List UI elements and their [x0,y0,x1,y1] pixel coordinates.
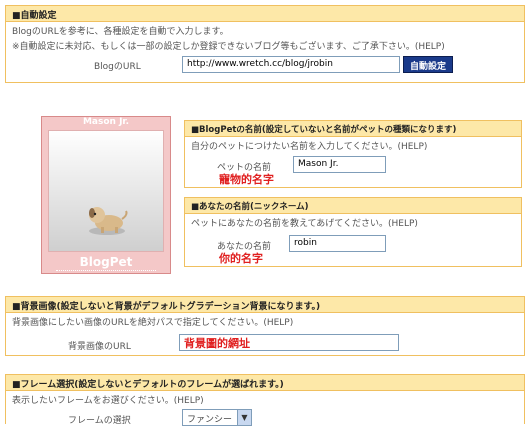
frame-header: ■フレーム選択(設定しないとデフォルトのフレームが選ばれます。) [6,375,524,391]
nickname-desc: ペットにあなたの名前を教えてあげてください。(HELP) [191,219,418,229]
pet-preview-name: Mason Jr. [82,117,130,127]
frame-select-value: ファンシー [187,415,233,425]
nickname-input[interactable]: robin [289,235,386,252]
frame-select[interactable]: ファンシー ▼ [182,409,252,426]
pet-name-input[interactable]: Mason Jr. [293,156,386,173]
pet-preview-area [48,130,164,252]
background-header: ■背景画像(設定しないと背景がデフォルトグラデーション背景になります。) [6,297,524,313]
frame-desc: 表示したいフレームをお選びください。(HELP) [12,396,204,406]
frame-divider [56,270,156,271]
background-url-label: 背景画像のURL [68,342,131,352]
auto-setting-desc-2: ※自動設定に未対応、もしくは一部の設定しか登録できないブログ等もございます、ご了… [12,42,445,52]
pet-name-panel: ■BlogPetの名前(設定していないと名前がペットの種類になります) 自分のペ… [184,120,522,188]
blog-url-input[interactable]: http://www.wretch.cc/blog/jrobin [182,56,400,73]
pet-preview-frame: Mason Jr. BlogPet [41,116,171,274]
frame-panel: ■フレーム選択(設定しないとデフォルトのフレームが選ばれます。) 表示したいフレ… [5,374,525,426]
background-annotation: 背景圖的網址 [184,337,250,350]
nickname-panel: ■あなたの名前(ニックネーム) ペットにあなたの名前を教えてあげてください。(H… [184,197,522,267]
dog-icon [89,207,128,235]
background-panel: ■背景画像(設定しないと背景がデフォルトグラデーション背景になります。) 背景画… [5,296,525,356]
pet-name-annotation: 寵物的名字 [219,173,274,186]
auto-setting-panel: ■自動設定 BlogのURLを参考に、各種設定を自動で入力します。 ※自動設定に… [5,5,525,83]
nickname-annotation: 你的名字 [219,252,263,265]
nickname-header: ■あなたの名前(ニックネーム) [185,198,521,214]
blog-url-label: BlogのURL [94,62,141,72]
pet-name-header: ■BlogPetの名前(設定していないと名前がペットの種類になります) [185,121,521,137]
auto-setting-header: ■自動設定 [6,6,524,22]
blogpet-logo: BlogPet [79,255,133,269]
auto-setting-button[interactable]: 自動設定 [403,56,454,73]
auto-setting-desc-1: BlogのURLを参考に、各種設定を自動で入力します。 [12,27,229,37]
chevron-down-icon[interactable]: ▼ [237,410,251,425]
background-desc: 背景画像にしたい画像のURLを絶対パスで指定してください。(HELP) [12,318,294,328]
pet-name-desc: 自分のペットにつけたい名前を入力してください。(HELP) [191,142,428,152]
